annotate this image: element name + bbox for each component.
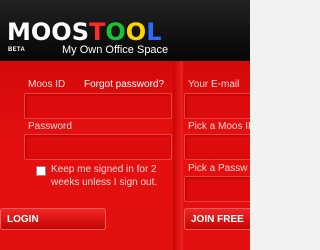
password-input[interactable] xyxy=(24,134,172,160)
header: MOOSTOOL BETA My Own Office Space xyxy=(0,0,250,61)
app-window: MOOSTOOL BETA My Own Office Space Moos I… xyxy=(0,0,250,250)
logo-letter: L xyxy=(146,18,162,46)
pick-password-input[interactable] xyxy=(184,176,250,202)
join-free-button[interactable]: JOIN FREE xyxy=(184,208,250,230)
password-label: Password xyxy=(28,121,72,132)
logo-letter: O xyxy=(105,18,126,46)
keep-signed-in-label: Keep me signed in for 2 weeks unless I s… xyxy=(51,164,158,188)
tagline: My Own Office Space xyxy=(62,44,169,56)
email-input[interactable] xyxy=(184,93,250,119)
login-button[interactable]: LOGIN xyxy=(0,208,106,230)
logo-letter: O xyxy=(51,18,72,46)
logo-letter: T xyxy=(89,18,106,46)
pick-password-label: Pick a Passw xyxy=(188,163,248,174)
pick-moos-id-label: Pick a Moos ID xyxy=(188,121,250,132)
beta-badge: BETA xyxy=(8,47,26,53)
forgot-password-link[interactable]: Forgot password? xyxy=(84,79,164,90)
logo-letter: M xyxy=(7,18,31,46)
moos-id-input[interactable] xyxy=(24,93,172,119)
logo-letter: O xyxy=(125,18,147,46)
moos-id-label: Moos ID xyxy=(28,79,66,90)
panel-divider xyxy=(173,61,183,250)
logo-letter: S xyxy=(71,18,89,46)
logo-letter: O xyxy=(30,18,52,46)
keep-signed-in-checkbox[interactable] xyxy=(36,166,46,176)
your-email-label: Your E-mail xyxy=(188,79,240,90)
moostool-logo[interactable]: MOOSTOOL xyxy=(7,19,161,45)
pick-moos-id-input[interactable] xyxy=(184,134,250,160)
